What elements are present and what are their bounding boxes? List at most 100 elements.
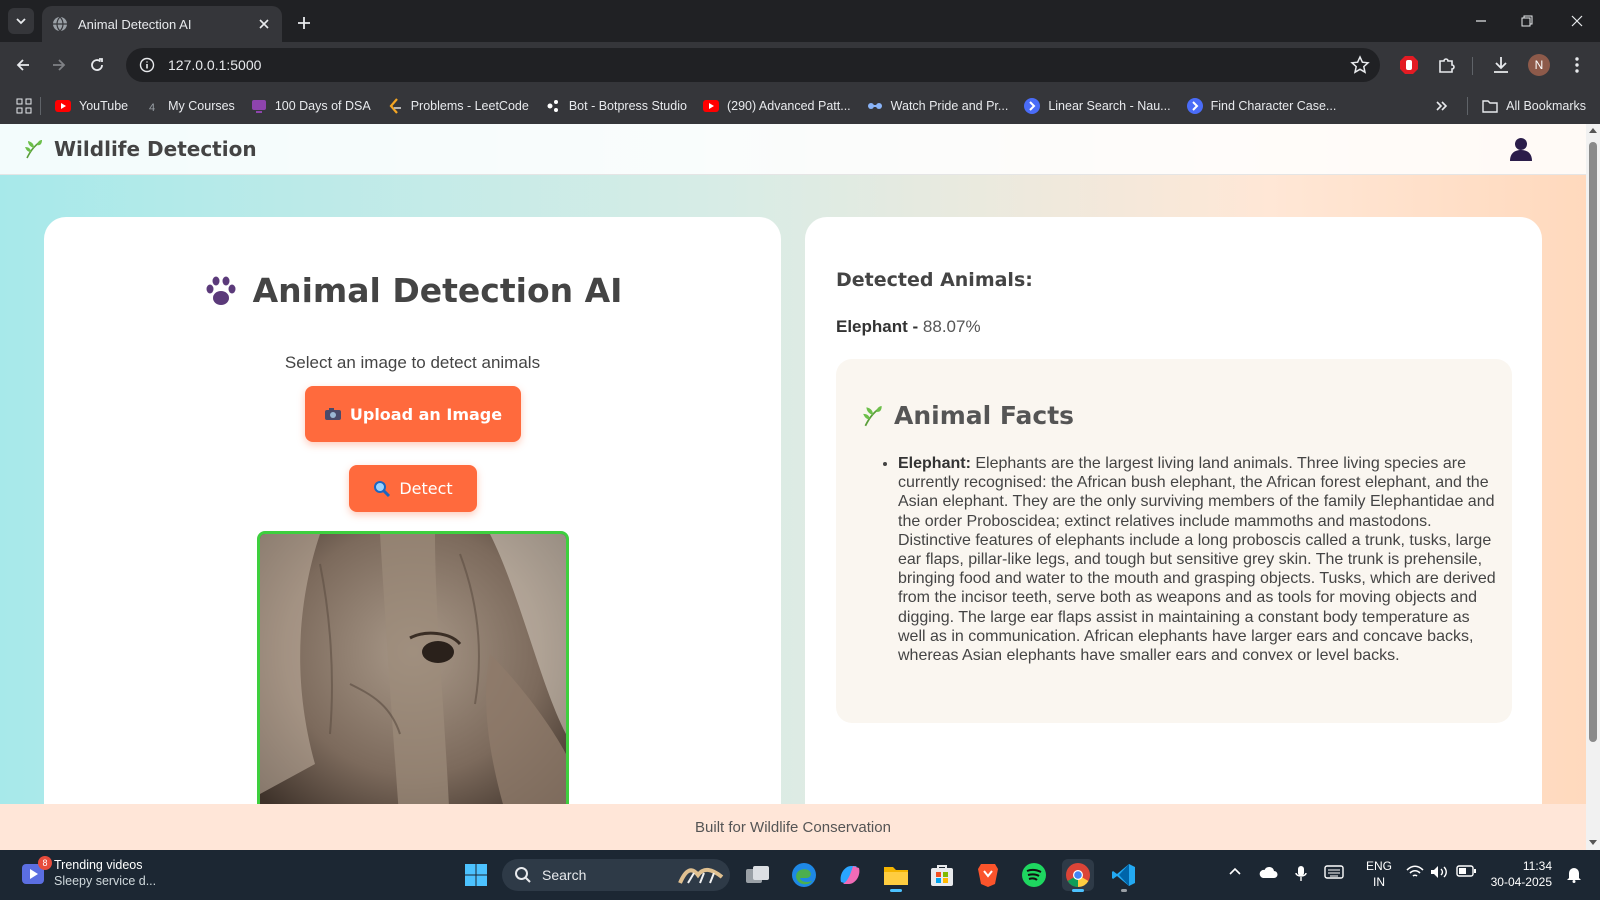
edge-app[interactable] xyxy=(788,859,820,891)
bookmarks-divider xyxy=(1467,97,1469,115)
battery-button[interactable] xyxy=(1456,865,1476,877)
forward-button[interactable] xyxy=(46,52,72,78)
leetcode-icon xyxy=(387,98,403,114)
clock-time: 11:34 xyxy=(1522,859,1552,873)
scrollbar-thumb[interactable] xyxy=(1589,142,1597,742)
input-language-indicator[interactable]: ENG IN xyxy=(1364,858,1394,890)
bookmark-youtube[interactable]: YouTube xyxy=(55,98,128,114)
page-title: Animal Detection AI xyxy=(252,271,623,310)
chevron-double-right-icon[interactable] xyxy=(1435,99,1449,113)
widget-icon: 8 xyxy=(20,856,52,886)
microsoft-store-app[interactable] xyxy=(926,859,958,891)
system-clock[interactable]: 11:34 30-04-2025 xyxy=(1490,858,1552,890)
scroll-down-arrow[interactable] xyxy=(1589,840,1597,845)
reload-button[interactable] xyxy=(84,52,110,78)
notifications-button[interactable] xyxy=(1566,865,1582,883)
animal-facts-panel: Animal Facts Elephant: Elephants are the… xyxy=(836,359,1512,723)
onedrive-button[interactable] xyxy=(1258,865,1278,879)
bookmark-botpress[interactable]: Bot - Botpress Studio xyxy=(545,98,687,114)
volume-button[interactable] xyxy=(1430,865,1448,879)
site-info-icon[interactable] xyxy=(136,54,158,76)
chrome-menu-button[interactable] xyxy=(1564,52,1590,78)
bookmark-find-character-case[interactable]: Find Character Case... xyxy=(1186,98,1336,114)
tab-search-button[interactable] xyxy=(8,8,34,34)
bookmark-label: YouTube xyxy=(79,99,129,113)
tab-title: Animal Detection AI xyxy=(78,16,192,32)
detect-button[interactable]: Detect xyxy=(349,465,477,512)
downloads-button[interactable] xyxy=(1488,52,1514,78)
bookmark-my-courses[interactable]: 4 My Courses xyxy=(144,98,235,114)
page-scrollbar[interactable] xyxy=(1586,124,1600,850)
back-button[interactable] xyxy=(10,52,36,78)
restore-button[interactable] xyxy=(1512,8,1542,34)
minimize-button[interactable] xyxy=(1466,8,1496,34)
camera-icon xyxy=(324,408,341,420)
browser-tab-active[interactable]: Animal Detection AI xyxy=(42,6,282,42)
user-icon[interactable] xyxy=(1508,136,1534,162)
footer-text: Built for Wildlife Conservation xyxy=(695,818,891,836)
bookmark-advanced-patterns[interactable]: (290) Advanced Patt... xyxy=(702,98,851,114)
bookmark-leetcode[interactable]: Problems - LeetCode xyxy=(387,98,529,114)
copilot-icon xyxy=(840,866,860,884)
elephant-photo xyxy=(260,534,566,828)
spotify-app[interactable] xyxy=(1018,859,1050,891)
plus-icon xyxy=(298,17,310,29)
stop-hand-icon xyxy=(1400,56,1418,74)
active-indicator xyxy=(1072,889,1084,892)
all-bookmarks-link[interactable]: All Bookmarks xyxy=(1506,99,1586,113)
bookmark-label: My Courses xyxy=(168,99,235,113)
running-indicator xyxy=(1121,889,1127,892)
naukri-icon xyxy=(1024,98,1041,114)
profile-button[interactable]: N xyxy=(1526,52,1552,78)
task-view-button[interactable] xyxy=(742,859,774,891)
upload-card: Animal Detection AI Select an image to d… xyxy=(44,217,781,850)
vscode-app[interactable] xyxy=(1108,859,1140,892)
widgets-button[interactable]: 8 Trending videos Sleepy service d... xyxy=(20,856,156,889)
extension-adblock-button[interactable] xyxy=(1396,52,1422,78)
start-button[interactable] xyxy=(460,859,492,891)
close-window-button[interactable] xyxy=(1562,8,1592,34)
chrome-app[interactable] xyxy=(1062,859,1094,892)
download-icon xyxy=(1494,57,1508,73)
reload-icon xyxy=(91,58,103,71)
bookmark-pride-and-prejudice[interactable]: Watch Pride and Pr... xyxy=(867,98,1008,114)
bookmark-100-days-dsa[interactable]: 100 Days of DSA xyxy=(251,98,371,114)
magnifier-icon xyxy=(374,480,391,497)
bookmark-label: (290) Advanced Patt... xyxy=(726,99,851,113)
apps-button[interactable] xyxy=(16,98,32,114)
folder-icon xyxy=(1482,100,1498,113)
touch-keyboard-button[interactable] xyxy=(1324,865,1344,879)
svg-text:4: 4 xyxy=(149,102,155,113)
upload-image-button[interactable]: Upload an Image xyxy=(305,386,521,442)
vscode-icon xyxy=(1112,864,1135,886)
brand-title[interactable]: Wildlife Detection xyxy=(54,137,257,161)
spotify-icon xyxy=(1022,863,1046,887)
network-button[interactable] xyxy=(1406,865,1424,879)
brave-app[interactable] xyxy=(972,859,1004,891)
show-hidden-icons-button[interactable] xyxy=(1228,865,1242,879)
new-tab-button[interactable] xyxy=(292,11,316,35)
bookmark-linear-search[interactable]: Linear Search - Nau... xyxy=(1024,98,1171,114)
search-icon xyxy=(515,867,531,883)
windows-taskbar: 8 Trending videos Sleepy service d... Se… xyxy=(0,850,1600,900)
kebab-menu-icon xyxy=(1575,57,1579,73)
bell-icon xyxy=(1567,868,1581,883)
star-icon[interactable] xyxy=(1350,55,1370,75)
address-bar[interactable]: 127.0.0.1:5000 xyxy=(126,48,1380,82)
url-text[interactable]: 127.0.0.1:5000 xyxy=(168,57,261,73)
chrome-icon xyxy=(1066,863,1090,887)
close-icon[interactable] xyxy=(256,16,272,32)
chevron-up-icon xyxy=(1229,867,1241,875)
web-page: Wildlife Detection Animal Detection AI S… xyxy=(0,124,1586,850)
restore-icon xyxy=(1521,15,1533,27)
file-explorer-app[interactable] xyxy=(880,859,912,892)
extensions-button[interactable] xyxy=(1434,52,1460,78)
microphone-button[interactable] xyxy=(1294,865,1308,883)
title-row: Animal Detection AI xyxy=(44,271,781,310)
taskbar-search[interactable]: Search xyxy=(502,859,730,891)
scroll-up-arrow[interactable] xyxy=(1589,128,1597,133)
copilot-app[interactable] xyxy=(834,859,866,891)
upload-instructions: Select an image to detect animals xyxy=(284,353,541,372)
wifi-icon xyxy=(1406,865,1424,877)
toolbar-divider xyxy=(1472,57,1473,75)
